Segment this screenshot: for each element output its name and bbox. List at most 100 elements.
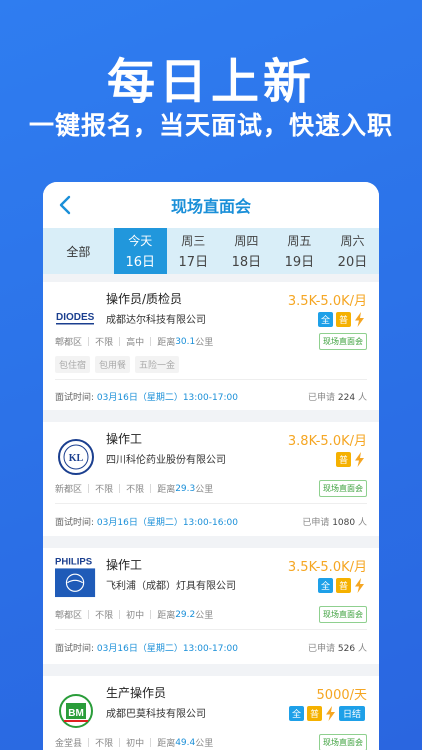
- divider: [55, 629, 367, 630]
- experience: 不限: [95, 611, 114, 621]
- education: 初中: [126, 611, 145, 621]
- distance: 29.2: [175, 609, 196, 620]
- company-logo: KL: [55, 436, 97, 478]
- interview-time: 面试时间: 03月16日（星期二）13:00-17:00: [55, 641, 238, 654]
- date-tabs: 全部 今天 16日 周三 17日 周四 18日 周五 19日 周六 20日: [43, 228, 379, 274]
- back-arrow-icon[interactable]: [55, 194, 77, 216]
- tab-day: 周三: [181, 234, 206, 248]
- tab-day: 今天: [128, 234, 153, 248]
- tab-all[interactable]: 全部: [43, 228, 114, 274]
- interview-time: 面试时间: 03月16日（星期二）13:00-17:00: [55, 390, 238, 403]
- education: 高中: [126, 338, 145, 348]
- distance: 49.4: [175, 737, 196, 748]
- district: 金堂县: [55, 739, 83, 749]
- hero-subtitle: 一键报名，当天面试，快速入职: [28, 111, 393, 140]
- time-value: 03月16日（星期二）13:00-16:00: [96, 518, 238, 528]
- lightning-icon: [355, 312, 364, 327]
- job-card[interactable]: BM 生产操作员 成都巴莫科技有限公司 5000/天 全 普 日结 金堂县 | 不…: [43, 676, 379, 750]
- tab-date-20[interactable]: 周六 20日: [326, 228, 379, 274]
- badge-full: 全: [318, 312, 333, 327]
- live-interview-tag: 现场直面会: [319, 333, 367, 350]
- badge-general: 普: [336, 578, 351, 593]
- tab-date: 17日: [178, 255, 209, 270]
- job-title: 操作工: [106, 558, 143, 572]
- job-meta: 郫都区 | 不限 | 初中 | 距离 29.2 公里: [55, 609, 214, 622]
- applied-unit: 人: [357, 518, 367, 528]
- district: 新都区: [55, 485, 83, 495]
- tab-day: 周六: [340, 234, 365, 248]
- badges: 全 普: [318, 312, 365, 327]
- distance: 30.1: [175, 336, 196, 347]
- company-name: 成都达尔科技有限公司: [106, 315, 206, 326]
- lightning-icon: [355, 578, 364, 593]
- logo-text: PHILIPS: [55, 557, 92, 568]
- applied-prefix: 已申请: [308, 393, 336, 403]
- applied-unit: 人: [357, 644, 367, 654]
- tab-date-19[interactable]: 周五 19日: [273, 228, 326, 274]
- job-meta: 新都区 | 不限 | 不限 | 距离 29.3 公里: [55, 483, 214, 496]
- lightning-icon: [355, 452, 364, 467]
- distance-prefix: 距离: [157, 739, 176, 749]
- tab-day: 周五: [287, 234, 312, 248]
- job-card[interactable]: DIODES 操作员/质检员 成都达尔科技有限公司 3.5K-5.0K/月 全 …: [43, 282, 379, 410]
- badge-general: 普: [336, 312, 351, 327]
- hero-title: 每日上新: [106, 54, 315, 110]
- district: 郫都区: [55, 338, 83, 348]
- job-title: 操作工: [106, 432, 143, 446]
- distance-unit: 公里: [195, 739, 214, 749]
- company-name: 四川科伦药业股份有限公司: [106, 455, 226, 466]
- nav-bar: 现场直面会: [43, 182, 379, 228]
- tab-date-16[interactable]: 今天 16日: [113, 228, 167, 274]
- applied-number: 1080: [332, 518, 356, 528]
- applied-prefix: 已申请: [308, 644, 336, 654]
- distance-unit: 公里: [195, 338, 214, 348]
- job-meta: 金堂县 | 不限 | 初中 | 距离 49.4 公里: [55, 737, 214, 750]
- applied-count: 已申请 1080 人: [302, 515, 367, 528]
- job-card[interactable]: PHILIPS 操作工 飞利浦（成都）灯具有限公司 3.5K-5.0K/月 全 …: [43, 548, 379, 664]
- company-logo: BM: [55, 690, 97, 732]
- benefits: 包住宿 包用餐 五险一金: [55, 356, 180, 373]
- applied-number: 526: [337, 644, 356, 654]
- experience: 不限: [95, 739, 114, 749]
- job-title: 操作员/质检员: [106, 292, 183, 306]
- salary: 3.5K-5.0K/月: [287, 294, 367, 309]
- applied-count: 已申请 526 人: [308, 641, 367, 654]
- applied-prefix: 已申请: [302, 518, 330, 528]
- job-card[interactable]: KL 操作工 四川科伦药业股份有限公司 3.8K-5.0K/月 普 新都区 | 不…: [43, 422, 379, 536]
- benefit: 包住宿: [55, 356, 91, 373]
- badges: 全 普 日结: [289, 706, 365, 721]
- benefit: 五险一金: [135, 356, 180, 373]
- applied-count: 已申请 224 人: [308, 390, 367, 403]
- applied-unit: 人: [357, 393, 367, 403]
- tab-date-17[interactable]: 周三 17日: [167, 228, 220, 274]
- experience: 不限: [95, 338, 114, 348]
- district: 郫都区: [55, 611, 83, 621]
- tab-date: 20日: [337, 255, 368, 270]
- lightning-icon: [326, 706, 335, 721]
- phone-screen: 现场直面会 全部 今天 16日 周三 17日 周四 18日 周五 19日 周六 …: [43, 182, 379, 750]
- time-label: 面试时间:: [55, 393, 95, 403]
- tab-day: 周四: [234, 234, 259, 248]
- tab-date: 19日: [284, 255, 315, 270]
- benefit: 包用餐: [95, 356, 131, 373]
- salary: 3.8K-5.0K/月: [287, 434, 367, 449]
- salary: 3.5K-5.0K/月: [287, 560, 367, 575]
- distance-prefix: 距离: [157, 338, 176, 348]
- company-name: 成都巴莫科技有限公司: [106, 709, 206, 720]
- tab-date-18[interactable]: 周四 18日: [220, 228, 273, 274]
- applied-number: 224: [337, 393, 356, 403]
- distance-prefix: 距离: [157, 485, 176, 495]
- badges: 普: [336, 452, 365, 467]
- page-title: 现场直面会: [170, 197, 251, 216]
- distance: 29.3: [175, 483, 196, 494]
- distance-unit: 公里: [195, 611, 214, 621]
- job-title: 生产操作员: [106, 686, 167, 700]
- experience: 不限: [95, 485, 114, 495]
- badge-general: 普: [336, 452, 351, 467]
- interview-time: 面试时间: 03月16日（星期二）13:00-16:00: [55, 515, 238, 528]
- tab-date: 18日: [231, 255, 262, 270]
- education: 初中: [126, 739, 145, 749]
- time-value: 03月16日（星期二）13:00-17:00: [96, 644, 238, 654]
- logo-text: KL: [69, 453, 84, 464]
- badge-full: 全: [318, 578, 333, 593]
